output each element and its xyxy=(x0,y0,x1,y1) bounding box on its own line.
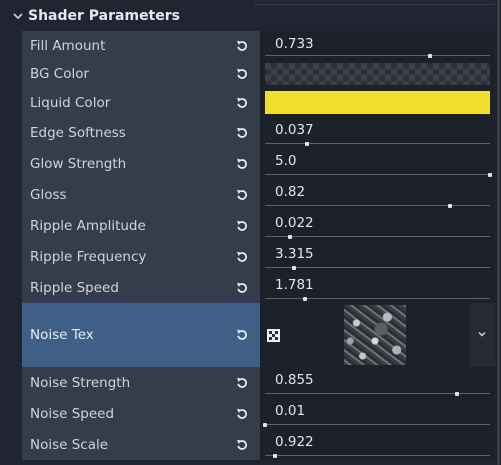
param-label: Ripple Amplitude xyxy=(30,217,146,234)
scrollbar[interactable] xyxy=(496,0,501,465)
slider-track[interactable] xyxy=(265,142,490,146)
reset-arrow-icon[interactable] xyxy=(235,328,249,342)
noise-texture-preview[interactable] xyxy=(344,305,406,365)
reset-arrow-icon[interactable] xyxy=(235,438,249,452)
slider-track[interactable] xyxy=(265,54,490,58)
reset-arrow-icon[interactable] xyxy=(235,281,249,295)
slider-grabber[interactable] xyxy=(304,142,309,146)
slider-value[interactable]: 0.733 xyxy=(275,36,314,52)
slider-track[interactable] xyxy=(265,454,490,458)
slider-track[interactable] xyxy=(265,173,492,177)
slider-track[interactable] xyxy=(265,266,490,270)
param-liquid-color: Liquid Color xyxy=(22,88,495,117)
slider-value[interactable]: 5.0 xyxy=(275,153,296,169)
slider-track[interactable] xyxy=(265,204,490,208)
noise-scale-slider[interactable]: 0.922 xyxy=(260,429,495,460)
bg-color-picker[interactable] xyxy=(260,60,495,88)
slider-grabber[interactable] xyxy=(273,454,278,458)
param-label: Noise Scale xyxy=(30,436,109,453)
param-label: Gloss xyxy=(30,186,67,203)
slider-value[interactable]: 0.82 xyxy=(275,184,305,200)
slider-value[interactable]: 1.781 xyxy=(275,277,314,293)
param-bg-color: BG Color xyxy=(22,60,495,88)
transparent-color-swatch[interactable] xyxy=(265,63,490,85)
edge-softness-slider[interactable]: 0.037 xyxy=(260,117,495,148)
param-noise-scale: Noise Scale 0.922 xyxy=(22,429,495,460)
slider-value[interactable]: 0.855 xyxy=(275,372,314,388)
header-strip xyxy=(254,0,495,5)
slider-value[interactable]: 0.022 xyxy=(275,215,314,231)
param-label: Fill Amount xyxy=(30,37,106,54)
param-label: BG Color xyxy=(30,66,90,82)
slider-value[interactable]: 0.01 xyxy=(275,403,305,419)
slider-grabber[interactable] xyxy=(427,54,432,58)
slider-value[interactable]: 0.922 xyxy=(275,434,314,450)
param-label: Noise Tex xyxy=(30,327,94,343)
param-gloss: Gloss 0.82 xyxy=(22,179,495,210)
param-noise-speed: Noise Speed 0.01 xyxy=(22,398,495,429)
slider-grabber[interactable] xyxy=(292,266,297,270)
param-label: Ripple Frequency xyxy=(30,248,147,265)
param-ripple-frequency: Ripple Frequency 3.315 xyxy=(22,241,495,272)
gloss-slider[interactable]: 0.82 xyxy=(260,179,495,210)
reset-arrow-icon[interactable] xyxy=(235,219,249,233)
reset-arrow-icon[interactable] xyxy=(235,250,249,264)
param-edge-softness: Edge Softness 0.037 xyxy=(22,117,495,148)
slider-grabber[interactable] xyxy=(303,297,308,301)
chevron-down-icon xyxy=(13,12,23,19)
liquid-color-swatch[interactable] xyxy=(265,91,490,114)
reset-arrow-icon[interactable] xyxy=(235,157,249,171)
slider-track[interactable] xyxy=(265,235,490,239)
slider-grabber[interactable] xyxy=(263,423,267,427)
reset-arrow-icon[interactable] xyxy=(235,407,249,421)
param-label: Glow Strength xyxy=(30,155,127,172)
slider-track[interactable] xyxy=(265,297,490,301)
param-noise-tex[interactable]: Noise Tex xyxy=(22,303,495,367)
slider-track[interactable] xyxy=(263,423,490,427)
noise-texture-picker[interactable] xyxy=(260,303,495,367)
liquid-color-picker[interactable] xyxy=(260,88,495,117)
fill-amount-slider[interactable]: 0.733 xyxy=(260,31,495,60)
section-title: Shader Parameters xyxy=(28,7,180,24)
reset-arrow-icon[interactable] xyxy=(235,188,249,202)
param-noise-strength: Noise Strength 0.855 xyxy=(22,367,495,398)
reset-arrow-icon[interactable] xyxy=(235,96,249,110)
ripple-frequency-slider[interactable]: 3.315 xyxy=(260,241,495,272)
shader-parameters-header[interactable]: Shader Parameters xyxy=(0,0,254,31)
slider-grabber[interactable] xyxy=(447,204,452,208)
chevron-down-icon xyxy=(478,331,486,337)
param-fill-amount: Fill Amount 0.733 xyxy=(22,31,495,60)
noise-texture-icon xyxy=(267,329,280,342)
reset-arrow-icon[interactable] xyxy=(235,376,249,390)
slider-grabber[interactable] xyxy=(455,392,460,396)
param-label: Liquid Color xyxy=(30,94,111,111)
scrollbar-grabber[interactable] xyxy=(497,0,500,465)
ripple-amplitude-slider[interactable]: 0.022 xyxy=(260,210,495,241)
noise-speed-slider[interactable]: 0.01 xyxy=(260,398,495,429)
ripple-speed-slider[interactable]: 1.781 xyxy=(260,272,495,303)
noise-strength-slider[interactable]: 0.855 xyxy=(260,367,495,398)
param-label: Noise Strength xyxy=(30,374,131,391)
param-label: Noise Speed xyxy=(30,405,115,422)
slider-grabber[interactable] xyxy=(488,173,492,177)
noise-tex-dropdown-button[interactable] xyxy=(469,303,495,367)
param-ripple-speed: Ripple Speed 1.781 xyxy=(22,272,495,303)
glow-strength-slider[interactable]: 5.0 xyxy=(260,148,495,179)
slider-value[interactable]: 0.037 xyxy=(275,122,314,138)
slider-track[interactable] xyxy=(265,392,490,396)
slider-grabber[interactable] xyxy=(287,235,292,239)
reset-arrow-icon[interactable] xyxy=(235,126,249,140)
param-ripple-amplitude: Ripple Amplitude 0.022 xyxy=(22,210,495,241)
reset-arrow-icon[interactable] xyxy=(235,67,249,81)
slider-value[interactable]: 3.315 xyxy=(275,246,314,262)
reset-arrow-icon[interactable] xyxy=(235,39,249,53)
param-glow-strength: Glow Strength 5.0 xyxy=(22,148,495,179)
param-label: Ripple Speed xyxy=(30,279,119,296)
param-label: Edge Softness xyxy=(30,124,126,141)
